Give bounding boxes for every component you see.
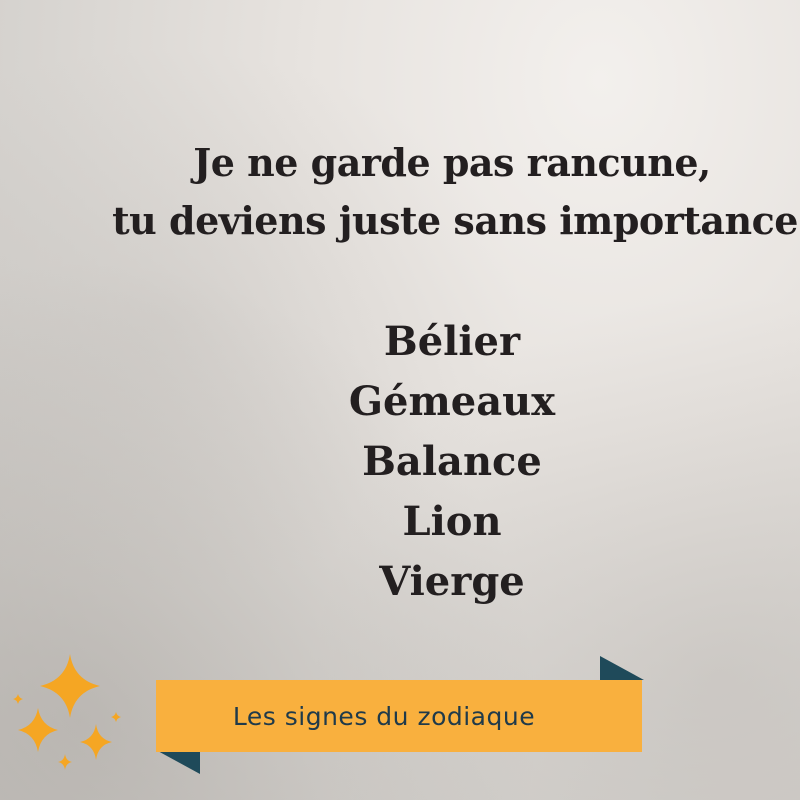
sparkles-icon: [13, 654, 121, 770]
sign-vierge: Vierge: [379, 558, 525, 605]
title-banner: Les signes du zodiaque: [156, 680, 642, 752]
quote-line-2: tu deviens juste sans importance: [112, 198, 798, 243]
sign-balance: Balance: [362, 438, 542, 485]
quote-line-1: Je ne garde pas rancune,: [193, 140, 711, 185]
ribbon-fold-top-right: [600, 656, 644, 680]
sign-gemeaux: Gémeaux: [348, 378, 556, 425]
ribbon-fold-bottom-left: [156, 750, 200, 774]
banner-title: Les signes du zodiaque: [232, 701, 536, 731]
sign-lion: Lion: [402, 498, 502, 545]
sign-belier: Bélier: [383, 318, 521, 365]
